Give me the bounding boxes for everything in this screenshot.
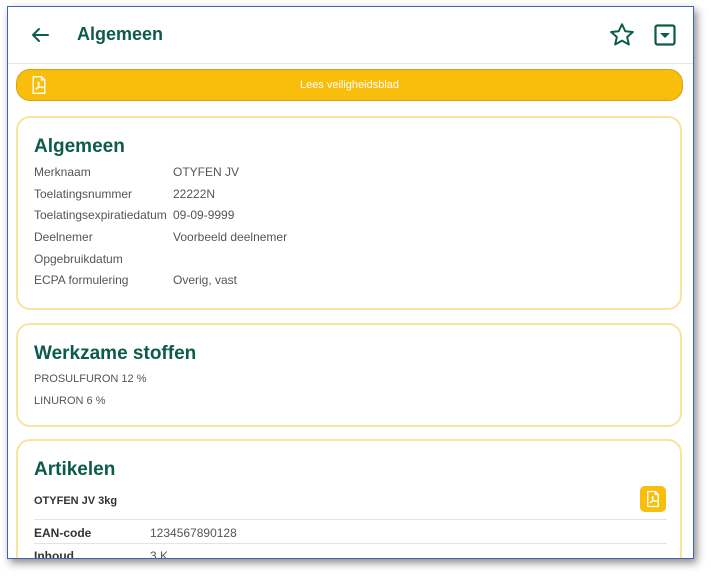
divider — [34, 543, 667, 544]
safety-sheet-button[interactable]: Lees veiligheidsblad — [16, 69, 683, 101]
dropdown-box-icon — [654, 24, 676, 46]
info-value: OTYFEN JV — [173, 165, 240, 179]
info-key: Merknaam — [34, 165, 91, 179]
article-value: 1234567890128 — [150, 526, 237, 540]
info-value: 09-09-9999 — [173, 208, 235, 222]
article-key: EAN-code — [34, 526, 92, 540]
back-button[interactable] — [28, 23, 52, 47]
articles-title: Artikelen — [34, 459, 116, 480]
article-key: Inhoud — [34, 549, 74, 559]
info-value: Voorbeeld deelnemer — [173, 230, 288, 244]
substance-item: LINURON 6 % — [34, 395, 106, 407]
substances-title: Werkzame stoffen — [34, 343, 197, 364]
info-value: 22222N — [173, 187, 216, 201]
general-card: Algemeen Merknaam OTYFEN JV Toelatingsnu… — [16, 116, 682, 310]
substances-card: Werkzame stoffen PROSULFURON 12 % LINURO… — [16, 323, 682, 427]
info-key: Toelatingsexpiratiedatum — [34, 208, 167, 222]
article-value: 3 K — [150, 549, 169, 559]
info-key: Deelnemer — [34, 230, 93, 244]
app-bar: Algemeen — [8, 7, 693, 64]
app-window: Algemeen Lees veiligheidsblad Algemeen M… — [7, 6, 694, 559]
info-key: Toelatingsnummer — [34, 187, 133, 201]
general-title: Algemeen — [34, 136, 125, 157]
page-title: Algemeen — [77, 24, 164, 44]
divider — [34, 519, 667, 520]
article-name: OTYFEN JV 3kg — [34, 495, 118, 507]
pdf-file-icon — [647, 490, 659, 508]
info-key: ECPA formulering — [34, 273, 129, 287]
info-value: Overig, vast — [173, 273, 238, 287]
star-outline-icon — [610, 23, 634, 46]
substance-item: PROSULFURON 12 % — [34, 373, 147, 385]
article-pdf-button[interactable] — [640, 486, 666, 512]
arrow-left-icon — [32, 28, 49, 42]
favorite-button[interactable] — [608, 21, 636, 49]
articles-card: Artikelen OTYFEN JV 3kg EAN-code 1234567… — [16, 439, 682, 559]
info-key: Opgebruikdatum — [34, 252, 123, 266]
safety-sheet-label: Lees veiligheidsblad — [299, 79, 400, 91]
menu-dropdown-button[interactable] — [653, 23, 677, 47]
